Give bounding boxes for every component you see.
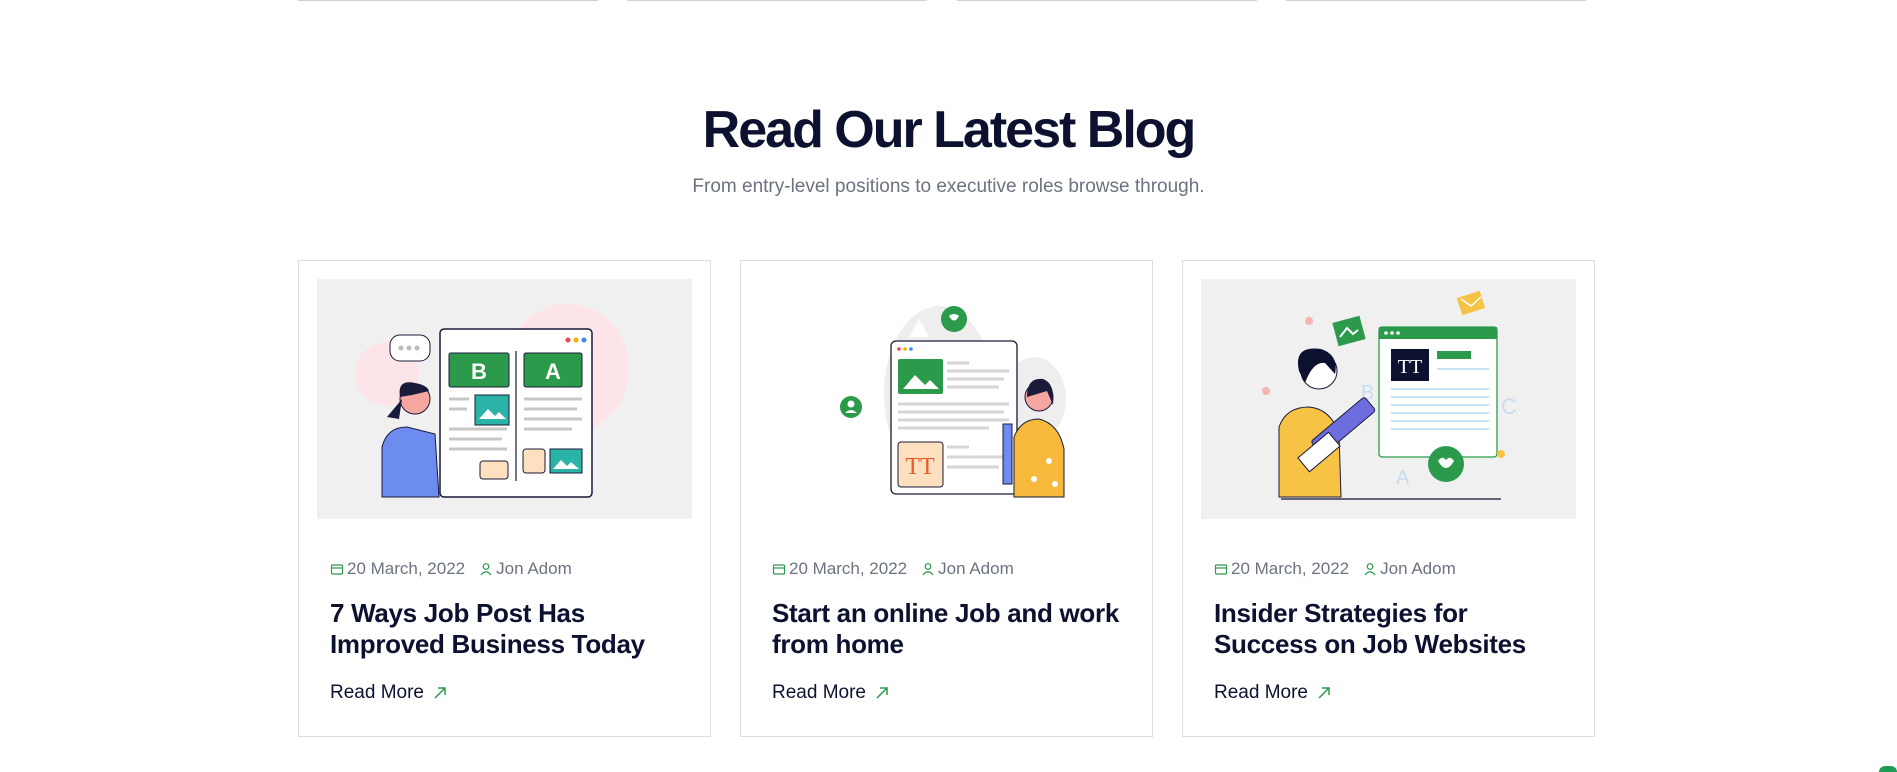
post-author[interactable]: Jon Adom [1380, 559, 1456, 579]
divider [627, 0, 927, 1]
svg-text:TT: TT [905, 454, 935, 480]
user-icon [921, 562, 935, 576]
post-meta: 20 March, 2022 Jon Adom [1214, 558, 1456, 580]
svg-text:A: A [545, 359, 561, 384]
divider [957, 0, 1257, 1]
ab-testing-illustration: B A [355, 304, 629, 498]
svg-text:B: B [471, 359, 487, 384]
calendar-icon [1214, 562, 1228, 576]
read-more-label: Read More [1214, 682, 1308, 703]
read-more-label: Read More [772, 682, 866, 703]
post-author[interactable]: Jon Adom [496, 559, 572, 579]
post-author[interactable]: Jon Adom [938, 559, 1014, 579]
arrow-up-right-icon [1316, 685, 1332, 701]
svg-text:TT: TT [1398, 356, 1422, 378]
svg-text:A: A [1396, 467, 1410, 489]
section-subtitle: From entry-level positions to executive … [692, 176, 1205, 197]
post-title[interactable]: Insider Strategies for Success on Job We… [1214, 598, 1574, 660]
read-more-label: Read More [330, 682, 424, 703]
post-title[interactable]: Start an online Job and work from home [772, 598, 1132, 660]
post-title[interactable]: 7 Ways Job Post Has Improved Business To… [330, 598, 690, 660]
blog-card[interactable]: B A 20 March, 2022 Jon Adom 7 Ways Job P… [298, 260, 711, 737]
previous-section-borders [0, 0, 1897, 3]
post-meta: 20 March, 2022 Jon Adom [330, 558, 572, 580]
user-icon [1363, 562, 1377, 576]
post-meta: 20 March, 2022 Jon Adom [772, 558, 1014, 580]
arrow-up-right-icon [432, 685, 448, 701]
arrow-up-right-icon [874, 685, 890, 701]
read-more-link[interactable]: Read More [330, 681, 448, 705]
read-more-link[interactable]: Read More [772, 681, 890, 705]
divider [298, 0, 598, 1]
section-title: Read Our Latest Blog [702, 101, 1197, 159]
divider [1286, 0, 1586, 1]
svg-text:C: C [1501, 394, 1517, 419]
post-date: 20 March, 2022 [347, 559, 466, 578]
blog-card[interactable]: TT 20 March, 2022 Jon Adom Start an onli… [740, 260, 1153, 737]
blog-thumbnail[interactable]: TT B C A [1201, 279, 1576, 519]
user-icon [479, 562, 493, 576]
blog-card[interactable]: TT B C A 20 March, 2022 Jon Adom Insider… [1182, 260, 1595, 737]
blog-thumbnail[interactable]: B A [317, 279, 692, 519]
calendar-icon [330, 562, 344, 576]
post-date: 20 March, 2022 [1231, 559, 1350, 578]
post-date: 20 March, 2022 [789, 559, 908, 578]
writing-pencil-illustration: TT B C A [1262, 290, 1517, 500]
read-more-link[interactable]: Read More [1214, 681, 1332, 705]
scroll-to-top-button[interactable] [1879, 766, 1897, 772]
blog-thumbnail[interactable]: TT [759, 279, 1134, 519]
content-editing-illustration: TT [840, 306, 1066, 498]
calendar-icon [772, 562, 786, 576]
